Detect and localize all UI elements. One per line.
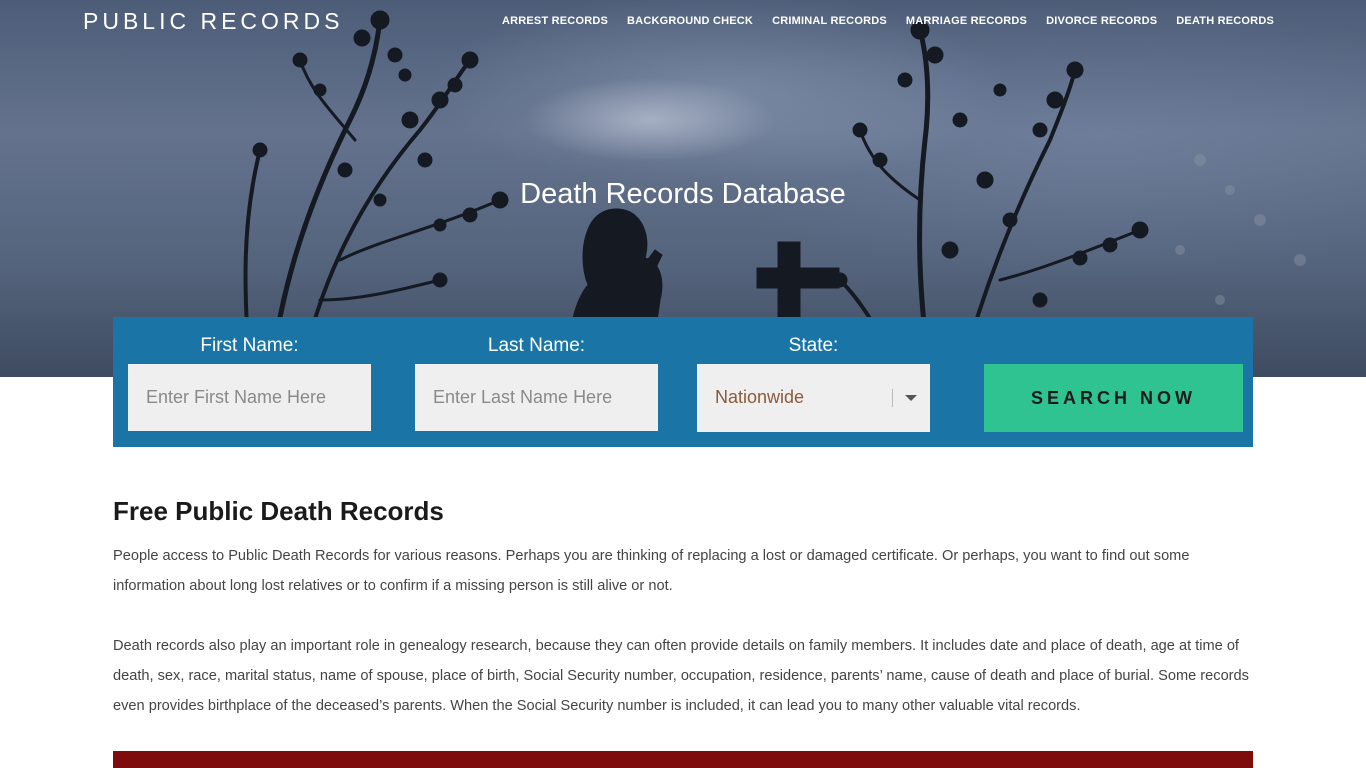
select-separator: [892, 389, 893, 407]
state-label: State:: [788, 335, 839, 356]
nav-divorce-records[interactable]: DIVORCE RECORDS: [1046, 15, 1157, 27]
nav-death-records[interactable]: DEATH RECORDS: [1176, 15, 1274, 27]
nav-marriage-records[interactable]: MARRIAGE RECORDS: [906, 15, 1027, 27]
nav-criminal-records[interactable]: CRIMINAL RECORDS: [772, 15, 887, 27]
main-nav: ARREST RECORDS BACKGROUND CHECK CRIMINAL…: [502, 15, 1274, 27]
last-name-input[interactable]: [415, 364, 658, 431]
bottom-banner: [113, 751, 1253, 768]
nav-arrest-records[interactable]: ARREST RECORDS: [502, 15, 608, 27]
nav-background-check[interactable]: BACKGROUND CHECK: [627, 15, 753, 27]
search-now-button[interactable]: SEARCH NOW: [984, 364, 1243, 432]
state-select[interactable]: Nationwide: [697, 364, 930, 432]
first-name-label: First Name:: [200, 335, 299, 356]
last-name-label: Last Name:: [487, 335, 586, 356]
search-form: First Name: Last Name: State: Nationwide…: [113, 317, 1253, 447]
details-paragraph: Death records also play an important rol…: [113, 638, 1249, 714]
brand-logo[interactable]: PUBLIC RECORDS: [83, 8, 343, 35]
first-name-input[interactable]: [128, 364, 371, 431]
chevron-down-icon: [905, 395, 917, 401]
intro-paragraph: People access to Public Death Records fo…: [113, 548, 1190, 594]
page-title: Death Records Database: [520, 178, 846, 210]
section-heading: Free Public Death Records: [113, 496, 444, 526]
content-section: Free Public Death Records People access …: [113, 496, 1253, 714]
state-select-value: Nationwide: [715, 387, 805, 407]
